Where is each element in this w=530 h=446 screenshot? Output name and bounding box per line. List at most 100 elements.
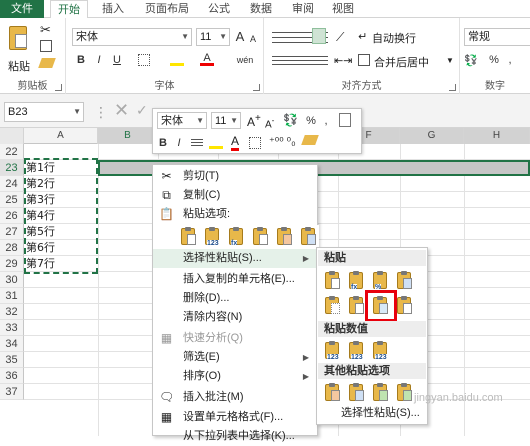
number-format-combo[interactable]: 常规 [464,28,530,46]
borders-icon[interactable] [138,54,150,66]
menu-item-sort[interactable]: 排序(O) ▶ [153,367,317,386]
mini-borders-icon[interactable] [249,137,261,149]
row-header[interactable]: 37 [0,384,24,400]
mini-font-combo[interactable]: 宋体 ▼ [157,112,207,129]
percent-button[interactable]: % [488,52,500,68]
paste-formulas-button[interactable]: fx [345,269,367,291]
copy-icon[interactable] [40,40,52,52]
wrap-text-label[interactable]: 自动换行 [372,30,416,46]
tab-data[interactable]: 数据 [244,0,278,18]
mini-format-painter-icon[interactable] [301,135,319,145]
menu-item-clear[interactable]: 清除内容(N) [153,308,317,327]
underline-button[interactable]: U [110,52,124,68]
grow-font-icon[interactable]: A+ [247,113,261,129]
font-launcher-icon[interactable] [253,84,260,91]
shrink-font-icon[interactable]: A- [265,115,274,130]
row-header[interactable]: 33 [0,320,24,336]
comma-button[interactable]: , [504,52,516,68]
tab-review[interactable]: 审阅 [286,0,320,18]
paste-formatting-button[interactable] [321,381,343,403]
align-center-icon[interactable] [191,137,203,147]
column-header-g[interactable]: G [400,128,464,144]
select-all-button[interactable] [0,128,24,144]
format-table-icon[interactable] [339,113,351,127]
phonetic-button[interactable]: wén [232,52,258,68]
italic-button[interactable]: I [92,52,106,68]
paste-formatting-button[interactable] [273,225,295,247]
wrap-text-icon[interactable]: ↵ [358,30,367,43]
menu-item-quick-analysis[interactable]: ▦ 快速分析(Q) [153,329,317,348]
column-header-h[interactable]: H [464,128,530,144]
row-header[interactable]: 24 [0,176,24,192]
accounting-format-icon[interactable]: 💱 [464,54,478,67]
paste-values-button[interactable]: 123 [321,339,343,361]
row-header[interactable]: 36 [0,368,24,384]
menu-item-insert-comment[interactable]: 🗨 插入批注(M) [153,388,317,407]
fill-color-icon[interactable] [170,54,184,66]
tab-formulas[interactable]: 公式 [202,0,236,18]
menu-item-copy[interactable]: ⧉ 复制(C) [153,186,317,205]
paste-values-button[interactable]: 123 [201,225,223,247]
mini-font-color-icon[interactable]: A [231,134,240,151]
mini-fill-color-icon[interactable] [209,137,223,149]
menu-item-cut[interactable]: ✂ 剪切(T) [153,167,317,186]
paste-keep-widths-button[interactable] [345,294,367,316]
paste-formulas-button[interactable]: fx [225,225,247,247]
menu-item-pick-list[interactable]: 从下拉列表中选择(K)... [153,427,317,446]
column-header-b[interactable]: B [98,128,158,144]
clipboard-launcher-icon[interactable] [55,84,62,91]
menu-item-paste-special[interactable]: 选择性粘贴(S)... ▶ [153,249,317,268]
font-size-combo[interactable]: 11 ▼ [196,28,230,46]
scissors-icon[interactable]: ✂ [40,22,51,38]
tab-insert[interactable]: 插入 [96,0,130,18]
decimal-icons[interactable]: ⁺⁰⁰ ⁰₀ [269,135,296,148]
tab-page-layout[interactable]: 页面布局 [138,0,196,18]
bold-button[interactable]: B [74,52,88,68]
paste-values-source-format-button[interactable]: 123 [369,339,391,361]
row-header[interactable]: 23 [0,160,24,176]
row-header[interactable]: 29 [0,256,24,272]
font-name-combo[interactable]: 宋体 ▼ [72,28,192,46]
paste-picture-button[interactable] [369,381,391,403]
paste-link-button[interactable] [297,225,319,247]
merge-center-label[interactable]: 合并后居中 [374,54,429,70]
alignment-launcher-icon[interactable] [449,84,456,91]
row-header[interactable]: 32 [0,304,24,320]
paste-values-number-format-button[interactable]: 123 [345,339,367,361]
tab-view[interactable]: 视图 [326,0,360,18]
format-painter-icon[interactable] [38,58,56,68]
mini-comma-button[interactable]: , [321,113,331,129]
font-color-button[interactable]: A [200,50,214,66]
menu-item-filter[interactable]: 筛选(E) ▶ [153,348,317,367]
mini-italic-button[interactable]: I [173,135,185,151]
paste-special-link[interactable]: 选择性粘贴(S)... [341,405,420,421]
row-header[interactable]: 25 [0,192,24,208]
paste-keep-source-button[interactable] [393,269,415,291]
paste-formulas-number-format-button[interactable]: % [369,269,391,291]
menu-item-format-cells[interactable]: ▦ 设置单元格格式(F)... [153,408,317,427]
paste-link-button[interactable] [345,381,367,403]
menu-item-insert-copied[interactable]: 插入复制的单元格(E)... [153,270,317,289]
row-header[interactable]: 34 [0,336,24,352]
accounting-icon[interactable]: 💱 [283,113,298,127]
grow-font-button[interactable]: A [234,29,246,45]
row-header[interactable]: 26 [0,208,24,224]
column-header-a[interactable]: A [24,128,98,144]
tab-home[interactable]: 开始 [50,0,88,19]
orientation-icon[interactable]: ⟋ [336,30,344,45]
mini-bold-button[interactable]: B [157,135,169,151]
mini-size-combo[interactable]: 11 ▼ [211,112,241,129]
enter-icon[interactable]: ✓ [136,102,148,119]
tab-file[interactable]: 文件 [0,0,44,18]
align-middle-icon[interactable] [312,28,326,44]
horizontal-align-icons[interactable] [272,54,328,66]
row-header[interactable]: 28 [0,240,24,256]
paste-no-borders-button[interactable] [321,294,343,316]
name-box[interactable]: B23 ▼ [4,102,84,122]
chevron-down-icon[interactable]: ▼ [446,56,454,65]
paste-transpose-button[interactable] [249,225,271,247]
row-header[interactable]: 35 [0,352,24,368]
merge-icon[interactable] [358,54,370,66]
paste-default-button[interactable] [177,225,199,247]
row-header[interactable]: 22 [0,144,24,160]
